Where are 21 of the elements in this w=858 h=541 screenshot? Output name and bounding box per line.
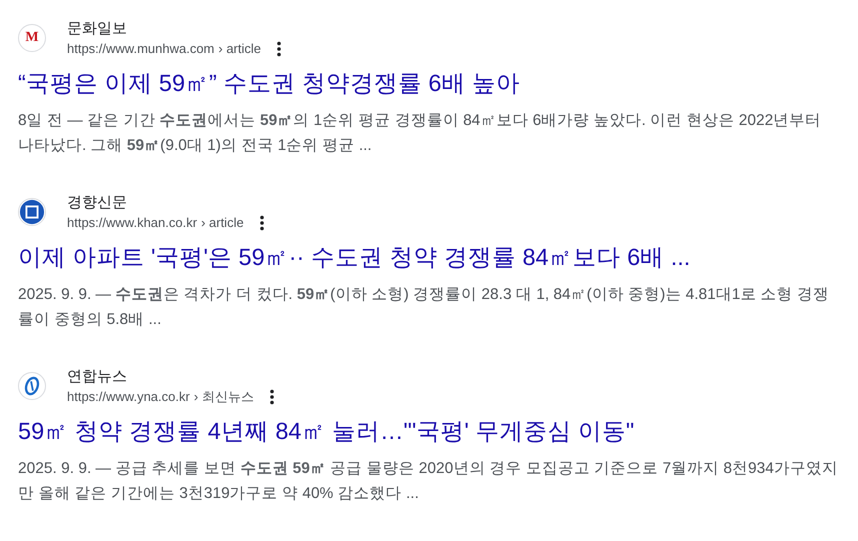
url-path: › article <box>201 214 244 232</box>
result-snippet: 2025. 9. 9. — 공급 추세를 보면 수도권 59㎡ 공급 물량은 2020년의 경우 모집공고 기준으로 7월까지 8천934가구였지만 올해 같은 기간에는 3천319가구로 약 40% 감소했다 ... <box>18 459 838 504</box>
site-logo-icon <box>18 372 46 400</box>
site-name: 연합뉴스 <box>67 367 128 387</box>
site-url[interactable]: https://www.munhwa.com <box>67 40 214 58</box>
site-name: 경향신문 <box>67 193 128 213</box>
site-name: 문화일보 <box>67 19 128 39</box>
site-logo-icon: M <box>18 24 46 52</box>
result-title-link[interactable]: “국평은 이제 59㎡” 수도권 청약경쟁률 6배 높아 <box>18 68 838 98</box>
result-title-link[interactable]: 59㎡ 청약 경쟁률 4년째 84㎡ 눌러…"'국평' 무게중심 이동" <box>18 416 838 446</box>
result-snippet: 8일 전 — 같은 기간 수도권에서는 59㎡의 1순위 평균 경쟁률이 84㎡보다 6배가량 높았다. 이런 현상은 2022년부터 나타났다. 그해 59㎡(9.0대 1)의 전국 1순위 평균 ... <box>18 111 822 156</box>
site-logo-icon <box>18 198 46 226</box>
site-url[interactable]: https://www.yna.co.kr <box>67 388 190 406</box>
url-path: › article <box>218 40 262 58</box>
result-title-link[interactable]: 이제 아파트 '국평'은 59㎡·· 수도권 청약 경쟁률 84㎡보다 6배 ... <box>18 242 838 272</box>
more-options-icon[interactable] <box>260 215 264 231</box>
result-snippet: 2025. 9. 9. — 수도권은 격차가 더 컸다. 59㎡(이하 소형) 경쟁률이 28.3 대 1, 84㎡(이하 중형)는 4.81대1로 소형 경쟁률이 중형의 5.8배 ... <box>18 285 830 330</box>
more-options-icon[interactable] <box>270 389 274 405</box>
more-options-icon[interactable] <box>277 41 282 57</box>
site-url[interactable]: https://www.khan.co.kr <box>67 214 198 232</box>
url-path: › 최신뉴스 <box>194 388 254 406</box>
